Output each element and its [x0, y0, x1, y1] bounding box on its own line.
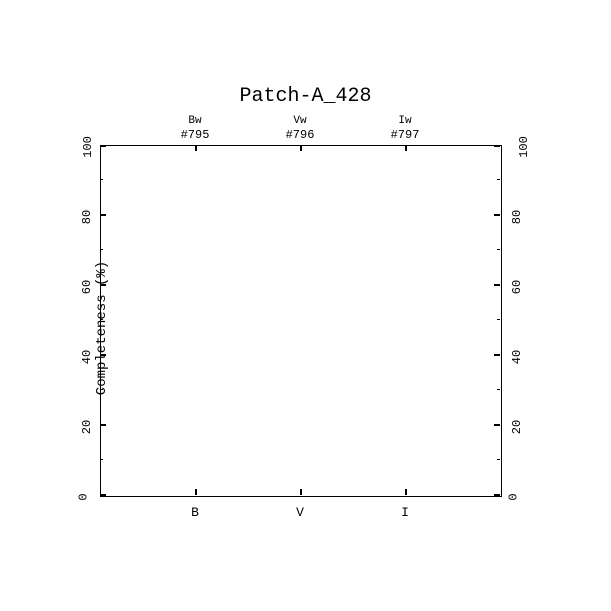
xtick-mark	[405, 489, 407, 495]
xtick-mark-top	[300, 145, 302, 151]
xtick-top-Iw: Iw	[385, 115, 425, 127]
xtick-top-Bw: Bw	[175, 115, 215, 127]
ytick-minor	[497, 179, 500, 180]
xtick-mark	[300, 489, 302, 495]
ytick-minor	[497, 249, 500, 250]
ytick-left-60: 60	[80, 280, 94, 294]
xtick-mark-top	[195, 145, 197, 151]
ytick-mark	[100, 424, 106, 426]
ytick-mark	[100, 214, 106, 216]
ytick-mark	[100, 354, 106, 356]
ytick-mark	[100, 494, 106, 496]
ytick-right-100: 100	[517, 136, 531, 158]
ytick-minor	[100, 249, 103, 250]
ytick-minor	[100, 459, 103, 460]
xtick-mark-top	[405, 145, 407, 151]
ytick-left-100: 100	[81, 136, 95, 158]
ytick-right-40: 40	[510, 350, 524, 364]
ytick-minor	[497, 459, 500, 460]
xtick-top-796: #796	[275, 128, 325, 142]
ytick-right-80: 80	[510, 210, 524, 224]
xtick-top-Vw: Vw	[280, 115, 320, 127]
xtick-bottom-B: B	[180, 505, 210, 520]
ytick-mark	[100, 284, 106, 286]
ytick-mark	[494, 145, 500, 147]
ytick-right-60: 60	[510, 280, 524, 294]
ytick-minor	[497, 389, 500, 390]
xtick-bottom-I: I	[390, 505, 420, 520]
xtick-mark	[195, 489, 197, 495]
ytick-left-80: 80	[80, 210, 94, 224]
chart-title: Patch-A_428	[0, 85, 611, 108]
ytick-minor	[100, 389, 103, 390]
ytick-mark	[494, 494, 500, 496]
ytick-right-0: 0	[507, 493, 521, 500]
xtick-top-797: #797	[380, 128, 430, 142]
ytick-left-0: 0	[77, 493, 91, 500]
ytick-minor	[100, 179, 103, 180]
xtick-top-795: #795	[170, 128, 220, 142]
ytick-mark	[100, 145, 106, 147]
ytick-mark	[494, 424, 500, 426]
ytick-minor	[100, 319, 103, 320]
xtick-bottom-V: V	[285, 505, 315, 520]
ytick-mark	[494, 354, 500, 356]
ytick-left-20: 20	[80, 420, 94, 434]
ytick-mark	[494, 284, 500, 286]
ytick-minor	[497, 319, 500, 320]
plot-area	[100, 145, 502, 497]
ytick-right-20: 20	[510, 420, 524, 434]
ytick-left-40: 40	[80, 350, 94, 364]
ytick-mark	[494, 214, 500, 216]
